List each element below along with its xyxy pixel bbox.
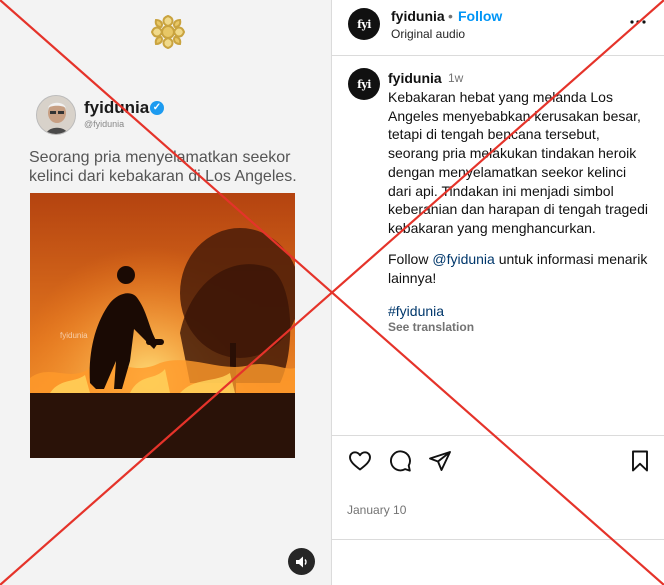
post-header: fyi fyidunia • Follow Original audio bbox=[332, 0, 664, 56]
comment-icon[interactable] bbox=[388, 449, 412, 473]
comment-divider bbox=[332, 539, 664, 540]
post-date[interactable]: January 10 bbox=[347, 503, 406, 517]
more-options-icon[interactable] bbox=[628, 15, 648, 29]
original-audio-link[interactable]: Original audio bbox=[391, 27, 465, 41]
profile-avatar[interactable]: fyi bbox=[348, 8, 380, 40]
tweet-text: Seorang pria menyelamatkan seekor kelinc… bbox=[29, 149, 297, 185]
header-username[interactable]: fyidunia bbox=[391, 8, 445, 24]
audio-toggle-button[interactable] bbox=[288, 548, 315, 575]
tweet-author-handle: @fyidunia bbox=[84, 119, 125, 129]
speaker-icon bbox=[295, 556, 307, 567]
follow-prefix: Follow bbox=[388, 251, 433, 267]
post-media[interactable]: fyidunia ✓ @fyidunia Seorang pria menyel… bbox=[0, 0, 331, 585]
caption-avatar[interactable]: fyi bbox=[348, 68, 380, 100]
see-translation-link[interactable]: See translation bbox=[388, 320, 474, 334]
tweet-avatar bbox=[36, 95, 76, 135]
follow-button[interactable]: Follow bbox=[458, 8, 502, 24]
hashtag-link[interactable]: #fyidunia bbox=[388, 303, 444, 319]
heart-icon[interactable] bbox=[348, 449, 372, 473]
separator-dot: • bbox=[448, 8, 453, 24]
mention-link[interactable]: @fyidunia bbox=[432, 251, 494, 267]
wildfire-rescue-photo bbox=[30, 193, 295, 458]
gold-flower-logo bbox=[150, 14, 186, 50]
share-icon[interactable] bbox=[428, 449, 452, 473]
verified-badge-icon: ✓ bbox=[150, 101, 164, 115]
bookmark-icon[interactable] bbox=[628, 449, 652, 473]
tweet-author-name: fyidunia bbox=[84, 98, 150, 117]
post-details-panel: fyi fyidunia • Follow Original audio fyi… bbox=[332, 0, 664, 585]
caption-text: Kebakaran hebat yang melanda Los Angeles… bbox=[388, 89, 648, 236]
actions-divider bbox=[332, 435, 664, 436]
photo-watermark: fyidunia bbox=[60, 331, 88, 340]
caption-timestamp[interactable]: 1w bbox=[448, 71, 463, 85]
caption-follow-line: Follow @fyidunia untuk informasi menarik… bbox=[388, 250, 656, 287]
caption-username[interactable]: fyidunia bbox=[388, 70, 442, 86]
person-avatar-icon bbox=[37, 96, 75, 134]
